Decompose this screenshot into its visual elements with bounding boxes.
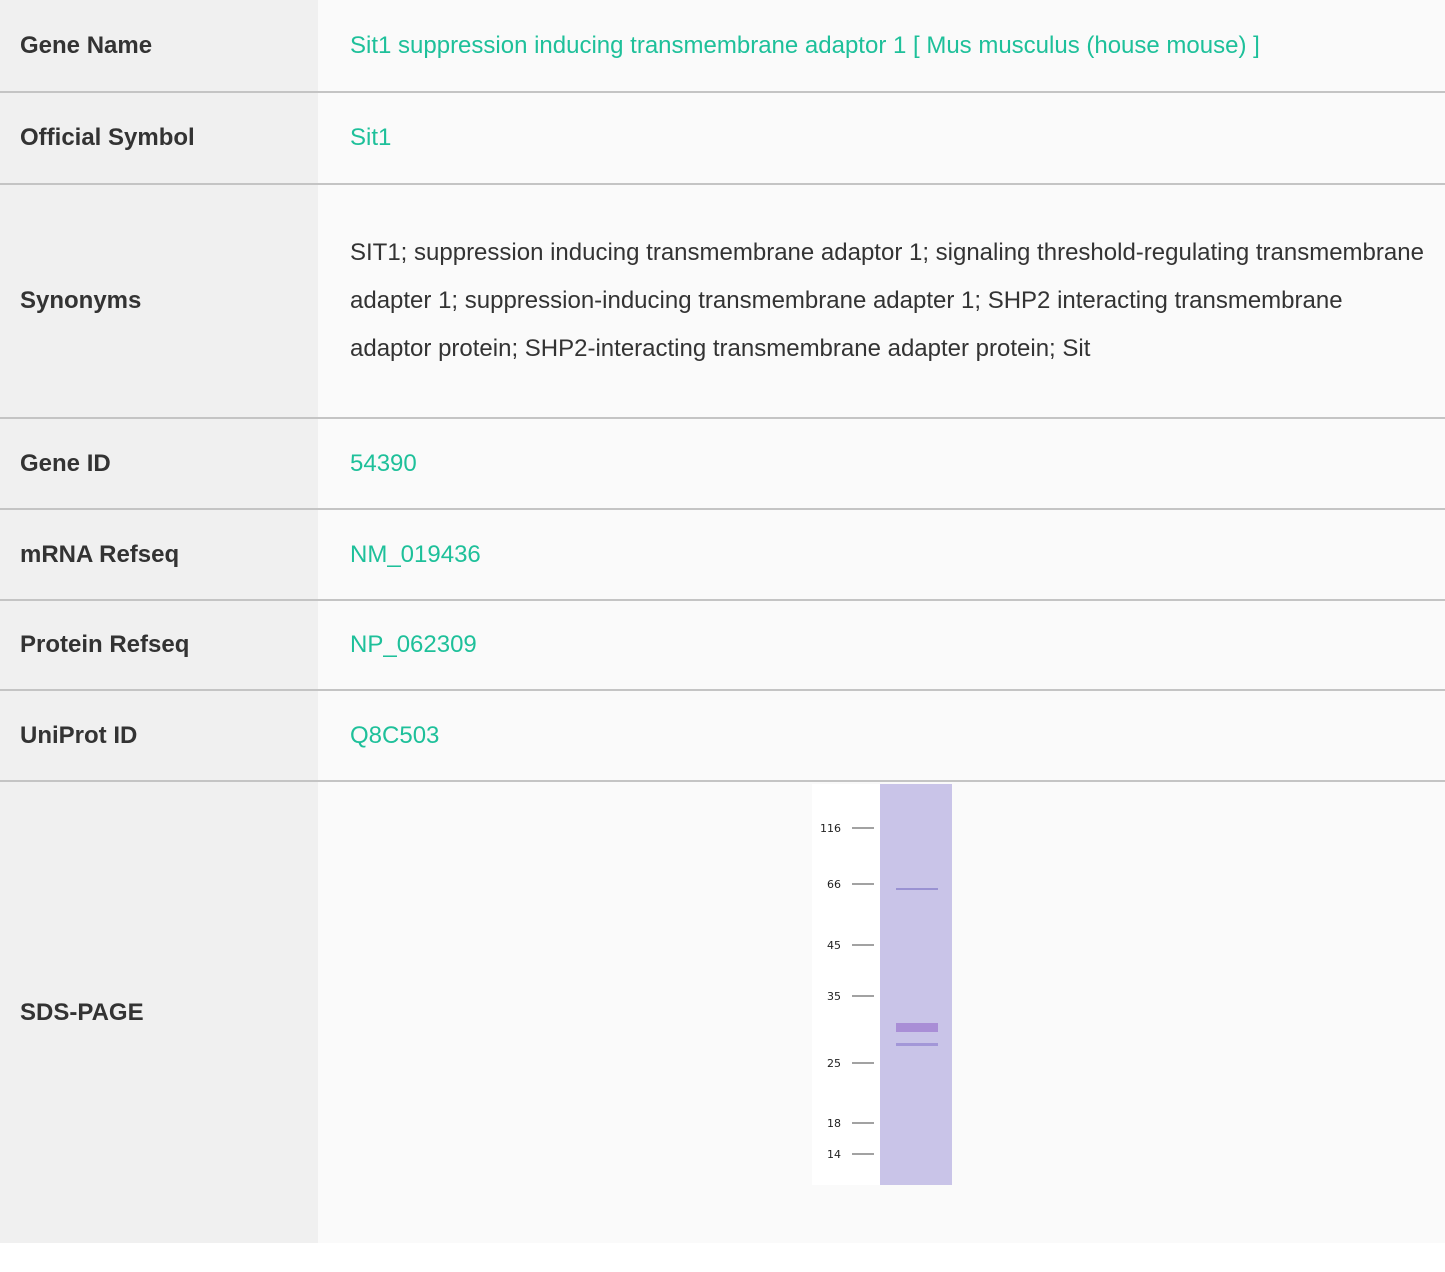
- sds-page-label: SDS-PAGE: [0, 781, 318, 1243]
- row-uniprot-id: UniProt ID Q8C503: [0, 690, 1445, 781]
- sds-page-cell: 116 66 45 35 25 18 14: [318, 781, 1445, 1243]
- marker-label-25: 25: [827, 1057, 841, 1070]
- row-sds-page: SDS-PAGE 116 66 45 35 25 18 14: [0, 781, 1445, 1243]
- official-symbol-link[interactable]: Sit1: [318, 92, 1445, 184]
- protein-refseq-label: Protein Refseq: [0, 600, 318, 690]
- gene-id-label: Gene ID: [0, 418, 318, 509]
- gel-band-main: [895, 1023, 938, 1032]
- marker-label-14: 14: [827, 1148, 841, 1161]
- gel-image-wrap: 116 66 45 35 25 18 14: [318, 782, 1445, 1243]
- uniprot-id-link[interactable]: Q8C503: [318, 690, 1445, 781]
- synonyms-label: Synonyms: [0, 184, 318, 418]
- row-protein-refseq: Protein Refseq NP_062309: [0, 600, 1445, 690]
- row-gene-id: Gene ID 54390: [0, 418, 1445, 509]
- marker-label-45: 45: [827, 939, 841, 952]
- synonyms-value: SIT1; suppression inducing transmembrane…: [318, 184, 1445, 418]
- gene-id-link[interactable]: 54390: [318, 418, 1445, 509]
- gene-info-table: Gene Name Sit1 suppression inducing tran…: [0, 0, 1445, 1243]
- row-synonyms: Synonyms SIT1; suppression inducing tran…: [0, 184, 1445, 418]
- marker-label-35: 35: [827, 990, 841, 1003]
- official-symbol-label: Official Symbol: [0, 92, 318, 184]
- row-official-symbol: Official Symbol Sit1: [0, 92, 1445, 184]
- protein-refseq-link[interactable]: NP_062309: [318, 600, 1445, 690]
- marker-label-116: 116: [820, 822, 841, 835]
- row-mrna-refseq: mRNA Refseq NM_019436: [0, 509, 1445, 600]
- marker-label-66: 66: [827, 878, 841, 891]
- gel-lane: [879, 784, 952, 1185]
- marker-label-18: 18: [827, 1117, 841, 1130]
- gel-band-66: [895, 888, 938, 890]
- uniprot-id-label: UniProt ID: [0, 690, 318, 781]
- row-gene-name: Gene Name Sit1 suppression inducing tran…: [0, 0, 1445, 92]
- gene-name-link[interactable]: Sit1 suppression inducing transmembrane …: [318, 0, 1445, 92]
- sds-page-gel-image: 116 66 45 35 25 18 14: [811, 784, 952, 1185]
- gene-name-label: Gene Name: [0, 0, 318, 92]
- mrna-refseq-link[interactable]: NM_019436: [318, 509, 1445, 600]
- mrna-refseq-label: mRNA Refseq: [0, 509, 318, 600]
- gel-band-secondary: [895, 1043, 938, 1046]
